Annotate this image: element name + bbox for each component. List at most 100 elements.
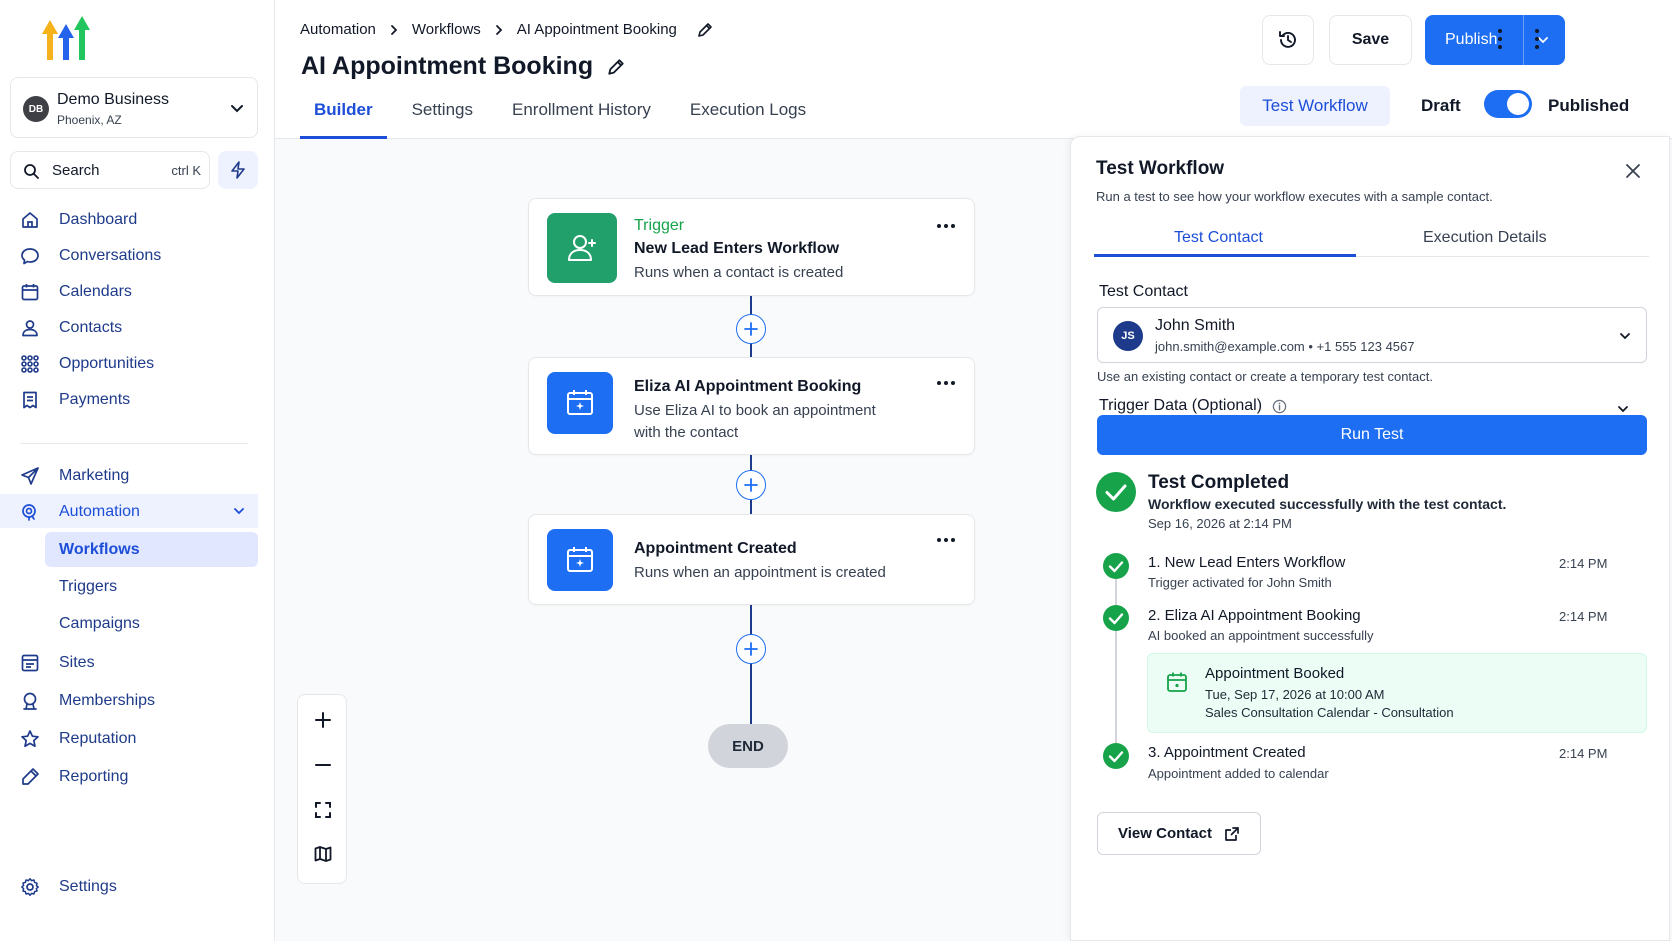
add-step-button[interactable] bbox=[736, 470, 766, 500]
run-test-button[interactable]: Run Test bbox=[1097, 415, 1647, 455]
add-step-button[interactable] bbox=[736, 634, 766, 664]
node-menu-icon[interactable] bbox=[936, 537, 956, 543]
contact-help-text: Use an existing contact or create a temp… bbox=[1097, 369, 1433, 384]
send-icon bbox=[21, 467, 39, 485]
sidebar-item-memberships[interactable]: Memberships bbox=[0, 683, 258, 717]
more-options-icon[interactable] bbox=[1497, 28, 1503, 50]
chevron-down-icon bbox=[231, 105, 243, 113]
fit-view-button[interactable] bbox=[311, 798, 335, 822]
tab-settings[interactable]: Settings bbox=[398, 96, 487, 139]
sidebar-subitem-label: Triggers bbox=[59, 578, 118, 595]
view-contact-label: View Contact bbox=[1118, 825, 1212, 842]
sidebar-item-sites[interactable]: Sites bbox=[0, 645, 258, 679]
zoom-controls bbox=[297, 694, 347, 884]
version-history-button[interactable] bbox=[1262, 15, 1314, 65]
sites-icon bbox=[21, 654, 39, 672]
more-options-icon[interactable] bbox=[1534, 28, 1540, 50]
contact-name: John Smith bbox=[1155, 317, 1236, 334]
automation-icon bbox=[22, 504, 36, 521]
tab-enrollment-history[interactable]: Enrollment History bbox=[498, 96, 665, 139]
close-icon[interactable] bbox=[1624, 162, 1642, 180]
edit-pencil-icon[interactable] bbox=[607, 58, 625, 76]
home-icon bbox=[22, 212, 38, 228]
sidebar-item-calendars[interactable]: Calendars bbox=[0, 274, 258, 308]
sidebar-subitem-campaigns[interactable]: Campaigns bbox=[45, 606, 258, 641]
sidebar-subitem-triggers[interactable]: Triggers bbox=[45, 569, 258, 604]
sidebar-divider bbox=[20, 443, 248, 444]
sidebar-subitem-workflows[interactable]: Workflows bbox=[45, 532, 258, 567]
sidebar-item-settings[interactable]: Settings bbox=[0, 869, 258, 903]
sidebar-item-marketing[interactable]: Marketing bbox=[0, 458, 258, 492]
trigger-node[interactable]: Trigger New Lead Enters Workflow Runs wh… bbox=[528, 198, 975, 296]
breadcrumb-workflows[interactable]: Workflows bbox=[412, 21, 481, 38]
map-icon bbox=[314, 846, 332, 862]
trigger-data-toggle[interactable]: Trigger Data (Optional) bbox=[1099, 397, 1287, 415]
step-title: 2. Eliza AI Appointment Booking bbox=[1148, 607, 1361, 624]
edit-pencil-icon[interactable] bbox=[697, 22, 713, 38]
plus-icon bbox=[744, 478, 758, 492]
tab-test-contact[interactable]: Test Contact bbox=[1174, 229, 1263, 247]
published-label: Published bbox=[1548, 96, 1630, 115]
workflow-canvas[interactable]: Trigger New Lead Enters Workflow Runs wh… bbox=[275, 139, 1070, 941]
sidebar-item-reporting[interactable]: Reporting bbox=[0, 759, 258, 793]
sidebar-item-dashboard[interactable]: Dashboard bbox=[0, 202, 258, 236]
node-description: Runs when an appointment is created bbox=[634, 564, 886, 581]
sidebar-item-opportunities[interactable]: Opportunities bbox=[0, 346, 258, 380]
tab-execution-details[interactable]: Execution Details bbox=[1423, 229, 1547, 247]
chevron-down-icon bbox=[1620, 333, 1630, 340]
sidebar-item-automation[interactable]: Automation bbox=[0, 494, 258, 528]
tab-execution-logs[interactable]: Execution Logs bbox=[676, 96, 820, 139]
minimap-button[interactable] bbox=[311, 842, 335, 866]
breadcrumb-automation[interactable]: Automation bbox=[300, 21, 376, 38]
add-step-button[interactable] bbox=[736, 314, 766, 344]
trigger-icon-box bbox=[547, 213, 617, 283]
sidebar-item-label: Reporting bbox=[59, 768, 129, 785]
action-icon-box bbox=[547, 372, 613, 434]
sidebar-item-contacts[interactable]: Contacts bbox=[0, 310, 258, 344]
sidebar-item-reputation[interactable]: Reputation bbox=[0, 721, 258, 755]
publish-toggle[interactable] bbox=[1484, 90, 1532, 118]
panel-title: Test Workflow bbox=[1096, 158, 1225, 179]
business-name: Demo Business bbox=[57, 91, 170, 108]
node-menu-icon[interactable] bbox=[936, 223, 956, 229]
node-kind-label: Trigger bbox=[634, 217, 685, 234]
calendar-check-icon bbox=[1167, 672, 1187, 692]
booked-title: Appointment Booked bbox=[1205, 665, 1345, 682]
view-contact-button[interactable]: View Contact bbox=[1097, 812, 1261, 855]
tab-builder[interactable]: Builder bbox=[300, 96, 387, 139]
step-time: 2:14 PM bbox=[1559, 556, 1608, 571]
user-add-icon bbox=[568, 235, 596, 261]
search-button[interactable]: Search ctrl K bbox=[10, 151, 210, 189]
plus-icon bbox=[315, 712, 331, 728]
quick-actions-button[interactable] bbox=[218, 151, 258, 189]
check-circle-icon bbox=[1103, 553, 1129, 579]
zoom-out-button[interactable] bbox=[311, 753, 335, 777]
info-icon bbox=[1272, 399, 1287, 413]
gear-icon bbox=[21, 878, 39, 896]
calendar-icon bbox=[21, 284, 39, 301]
sidebar-subitem-label: Workflows bbox=[59, 541, 140, 558]
node-menu-icon[interactable] bbox=[936, 380, 956, 386]
contacts-icon bbox=[22, 320, 38, 337]
minus-icon bbox=[315, 764, 331, 766]
node-description: Runs when a contact is created bbox=[634, 264, 844, 281]
app-logo[interactable] bbox=[40, 16, 92, 62]
chevron-down-icon[interactable] bbox=[1616, 402, 1630, 416]
sidebar-item-label: Dashboard bbox=[59, 211, 138, 228]
sidebar-item-conversations[interactable]: Conversations bbox=[0, 238, 258, 272]
zoom-in-button[interactable] bbox=[311, 708, 335, 732]
test-workflow-button[interactable]: Test Workflow bbox=[1240, 86, 1390, 126]
test-contact-select[interactable]: JS John Smith john.smith@example.com • +… bbox=[1097, 307, 1647, 363]
sidebar-item-label: Settings bbox=[59, 878, 117, 895]
save-button[interactable]: Save bbox=[1329, 15, 1412, 65]
node-title: Appointment Created bbox=[634, 540, 797, 557]
action-node-ai-booking[interactable]: Eliza AI Appointment Booking Use Eliza A… bbox=[528, 357, 975, 455]
sidebar-item-payments[interactable]: Payments bbox=[0, 382, 258, 416]
action-icon-box bbox=[547, 529, 613, 591]
publish-button[interactable]: Publish bbox=[1425, 15, 1565, 65]
end-node: END bbox=[708, 724, 788, 768]
publish-label: Publish bbox=[1445, 31, 1498, 48]
sidebar-item-label: Automation bbox=[59, 503, 140, 520]
business-switcher[interactable]: DB Demo Business Phoenix, AZ bbox=[10, 77, 258, 138]
action-node-appointment-created[interactable]: Appointment Created Runs when an appoint… bbox=[528, 514, 975, 605]
